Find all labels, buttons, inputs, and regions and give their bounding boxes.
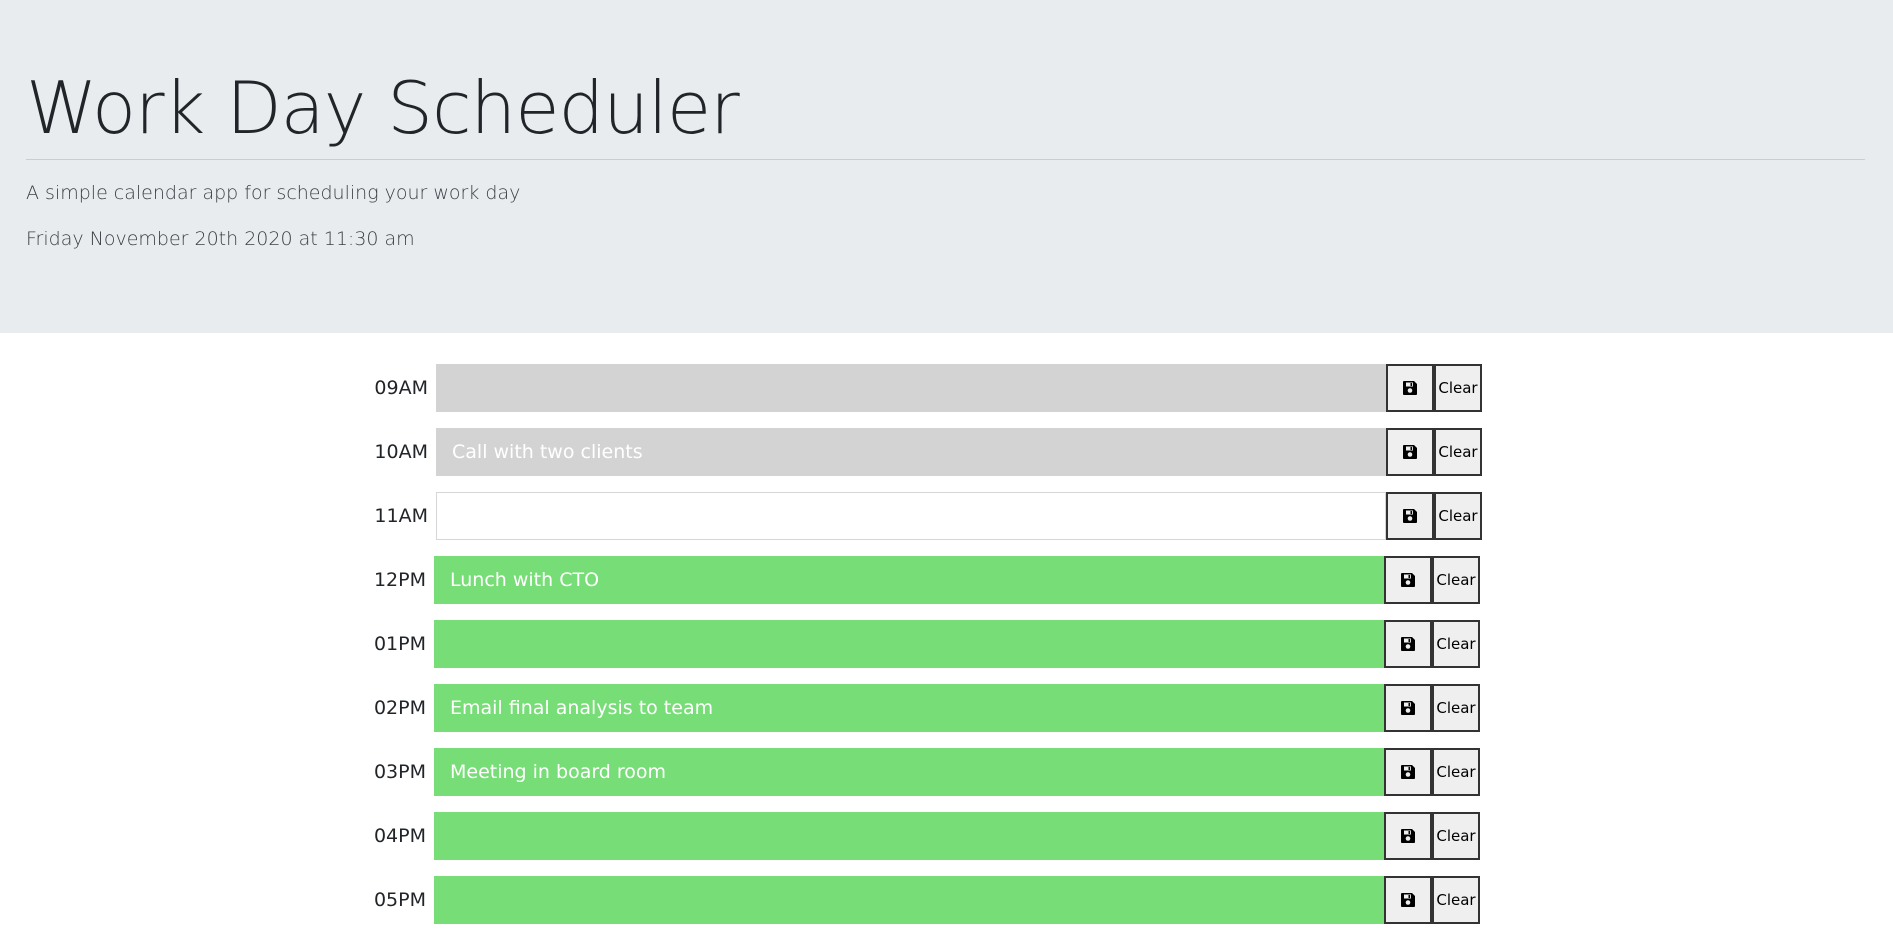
clear-button[interactable]: Clear (1434, 428, 1482, 476)
header-divider (26, 159, 1865, 160)
time-block-row: 02PM Email final analysis to team Clear (0, 684, 1893, 732)
save-icon (1401, 893, 1415, 907)
save-button[interactable] (1384, 620, 1432, 668)
hour-label: 09AM (374, 377, 428, 399)
save-icon (1401, 637, 1415, 651)
hour-label: 05PM (373, 889, 426, 911)
save-button[interactable] (1384, 876, 1432, 924)
page-title: Work Day Scheduler (26, 66, 740, 150)
save-icon (1403, 381, 1417, 395)
task-input[interactable] (434, 620, 1384, 668)
save-button[interactable] (1386, 364, 1434, 412)
task-input[interactable] (436, 364, 1386, 412)
clear-button[interactable]: Clear (1434, 492, 1482, 540)
time-block-row: 12PM Lunch with CTO Clear (0, 556, 1893, 604)
time-block-row: 04PM Clear (0, 812, 1893, 860)
hour-label: 01PM (373, 633, 426, 655)
save-icon (1401, 765, 1415, 779)
hour-label: 02PM (373, 697, 426, 719)
hour-label: 04PM (373, 825, 426, 847)
clear-button[interactable]: Clear (1432, 620, 1480, 668)
time-block-row: 01PM Clear (0, 620, 1893, 668)
clear-button[interactable]: Clear (1432, 748, 1480, 796)
task-input[interactable]: Meeting in board room (434, 748, 1384, 796)
save-icon (1401, 829, 1415, 843)
hour-label: 03PM (373, 761, 426, 783)
save-button[interactable] (1384, 556, 1432, 604)
save-button[interactable] (1384, 748, 1432, 796)
task-input[interactable] (434, 812, 1384, 860)
header: Work Day Scheduler A simple calendar app… (0, 0, 1893, 333)
current-day: Friday November 20th 2020 at 11:30 am (26, 228, 415, 250)
save-button[interactable] (1384, 812, 1432, 860)
time-block-row: 03PM Meeting in board room Clear (0, 748, 1893, 796)
task-input[interactable]: Email final analysis to team (434, 684, 1384, 732)
clear-button[interactable]: Clear (1432, 812, 1480, 860)
save-icon (1401, 701, 1415, 715)
clear-button[interactable]: Clear (1432, 876, 1480, 924)
hour-label: 10AM (374, 441, 428, 463)
save-button[interactable] (1384, 684, 1432, 732)
time-block-row: 09AM Clear (0, 364, 1893, 412)
hour-label: 11AM (374, 505, 428, 527)
save-icon (1403, 445, 1417, 459)
clear-button[interactable]: Clear (1432, 684, 1480, 732)
time-block-row: 05PM Clear (0, 876, 1893, 924)
time-block-row: 11AM Clear (0, 492, 1893, 540)
time-block-row: 10AM Call with two clients Clear (0, 428, 1893, 476)
save-icon (1401, 573, 1415, 587)
save-button[interactable] (1386, 492, 1434, 540)
page-subtitle: A simple calendar app for scheduling you… (26, 182, 521, 204)
task-input[interactable] (434, 876, 1384, 924)
task-input[interactable]: Call with two clients (436, 428, 1386, 476)
task-input[interactable] (436, 492, 1386, 540)
save-icon (1403, 509, 1417, 523)
task-input[interactable]: Lunch with CTO (434, 556, 1384, 604)
clear-button[interactable]: Clear (1432, 556, 1480, 604)
clear-button[interactable]: Clear (1434, 364, 1482, 412)
save-button[interactable] (1386, 428, 1434, 476)
hour-label: 12PM (373, 569, 426, 591)
